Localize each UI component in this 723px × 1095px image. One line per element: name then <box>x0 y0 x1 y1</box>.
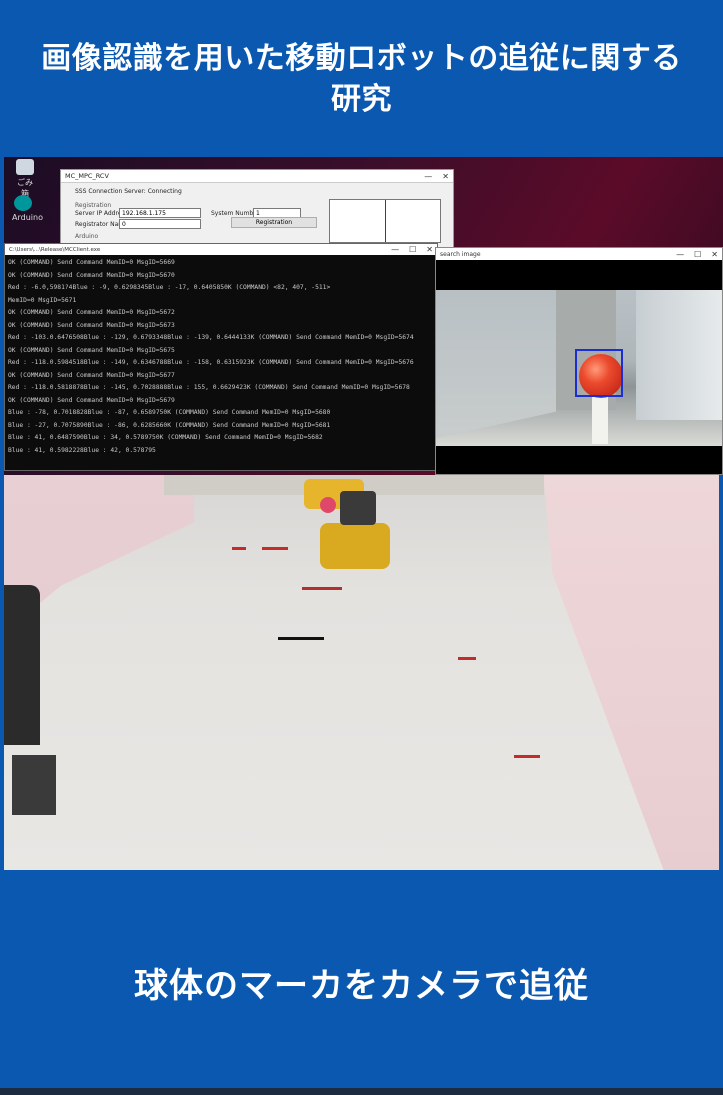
console-line: MemID=0 MsgID=5671 <box>8 296 77 304</box>
follower-robot-camera <box>340 491 376 525</box>
console-line: Blue : -27, 0.7075890Blue : -86, 0.62856… <box>8 421 331 429</box>
console-title: C:\Users\...\Release\MCClient.exe <box>9 246 101 253</box>
floor-tape-mark <box>232 547 246 550</box>
title-line-1: 画像認識を用いた移動ロボットの追従に関する <box>41 40 682 76</box>
person-shoe <box>12 755 56 815</box>
corridor-wall-left <box>436 290 556 439</box>
console-line: Blue : 41, 0.5982228Blue : 42, 0.578795 <box>8 446 156 454</box>
registration-group-label: Registration <box>75 202 112 209</box>
maximize-icon[interactable]: ☐ <box>694 250 701 259</box>
registrator-input[interactable] <box>119 219 201 229</box>
window-titlebar: MC_MPC_RCV — ✕ <box>61 170 453 183</box>
console-line: Red : -118.0.5984518Blue : -149, 0.63467… <box>8 359 414 366</box>
console-line: OK (COMMAND) Send Command MemID=0 MsgID=… <box>8 309 175 316</box>
close-icon[interactable]: ✕ <box>711 250 718 259</box>
search-image-titlebar: search image — ☐ ✕ <box>436 248 722 260</box>
floor-tape-mark <box>262 547 288 550</box>
console-line: Red : -118.0.5818878Blue : -145, 0.70288… <box>8 384 410 391</box>
video-title: 画像認識を用いた移動ロボットの追従に関する 研究 <box>27 38 696 120</box>
registration-button[interactable]: Registration <box>231 217 317 228</box>
preview-panel <box>329 199 441 243</box>
screen-capture: ごみ箱 Arduino MC_MPC_RCV — ✕ SSS Connectio… <box>4 157 723 475</box>
window-title: MC_MPC_RCV <box>65 172 109 180</box>
console-line: Red : -103.0.6476508Blue : -129, 0.67933… <box>8 334 414 341</box>
bottom-strip <box>0 1088 723 1095</box>
server-ip-input[interactable] <box>119 208 201 218</box>
console-output: OK (COMMAND) Send Command MemID=0 MsgID=… <box>5 255 437 457</box>
person-leg <box>4 585 40 745</box>
console-line: OK (COMMAND) Send Command MemID=0 MsgID=… <box>8 396 175 404</box>
top-banner: 画像認識を用いた移動ロボットの追従に関する 研究 <box>0 0 723 157</box>
console-line: OK (COMMAND) Send Command MemID=0 MsgID=… <box>8 259 175 266</box>
corridor-wall-right <box>636 290 722 420</box>
console-line: OK (COMMAND) Send Command MemID=0 MsgID=… <box>8 321 175 329</box>
close-icon[interactable]: ✕ <box>442 172 449 181</box>
minimize-icon[interactable]: — <box>391 245 399 254</box>
hallway-wall-right <box>543 475 719 870</box>
title-line-2: 研究 <box>331 81 392 117</box>
arduino-group-label: Arduino <box>75 233 99 240</box>
minimize-icon[interactable]: — <box>424 172 432 181</box>
marker-stand <box>592 396 608 444</box>
floor-tape-mark <box>302 587 342 590</box>
video-caption: 球体のマーカをカメラで追従 <box>134 966 589 1006</box>
console-line: OK (COMMAND) Send Command MemID=0 MsgID=… <box>8 271 175 279</box>
floor-tape-mark <box>458 657 476 660</box>
close-icon[interactable]: ✕ <box>426 245 433 254</box>
console-titlebar: C:\Users\...\Release\MCClient.exe — ☐ ✕ <box>5 244 437 255</box>
desktop-icon-arduino[interactable]: Arduino <box>12 195 43 222</box>
search-image-title: search image <box>440 250 481 258</box>
minimize-icon[interactable]: — <box>676 250 684 259</box>
console-line: Blue : 41, 0.6487590Blue : 34, 0.5789750… <box>8 434 323 441</box>
hallway-photo <box>4 475 719 870</box>
maximize-icon[interactable]: ☐ <box>409 245 416 254</box>
leader-robot-marker <box>320 497 336 513</box>
floor-tape-mark <box>514 755 540 758</box>
console-line: OK (COMMAND) Send Command MemID=0 MsgID=… <box>8 371 175 379</box>
console-line: OK (COMMAND) Send Command MemID=0 MsgID=… <box>8 346 175 354</box>
console-window: C:\Users\...\Release\MCClient.exe — ☐ ✕ … <box>4 243 438 471</box>
recycle-bin-icon <box>16 159 34 175</box>
bottom-banner: 球体のマーカをカメラで追従 <box>0 870 723 1095</box>
console-line: Blue : -78, 0.7018828Blue : -87, 0.65897… <box>8 409 331 416</box>
connection-status: SSS Connection Server: Connecting <box>75 188 182 195</box>
follower-robot <box>320 523 390 569</box>
detection-bounding-box <box>575 349 623 397</box>
search-image-window: search image — ☐ ✕ <box>435 247 723 475</box>
console-line: Red : -6.0,5981?4Blue : -9, 0.6298345Blu… <box>8 284 331 291</box>
arduino-icon <box>14 195 32 211</box>
desktop-icon-recycle-bin[interactable]: ごみ箱 <box>14 159 36 199</box>
camera-view <box>436 290 722 446</box>
preview-line <box>385 200 386 242</box>
floor-tape-mark <box>278 637 324 640</box>
desktop-icon-label: Arduino <box>12 213 43 222</box>
